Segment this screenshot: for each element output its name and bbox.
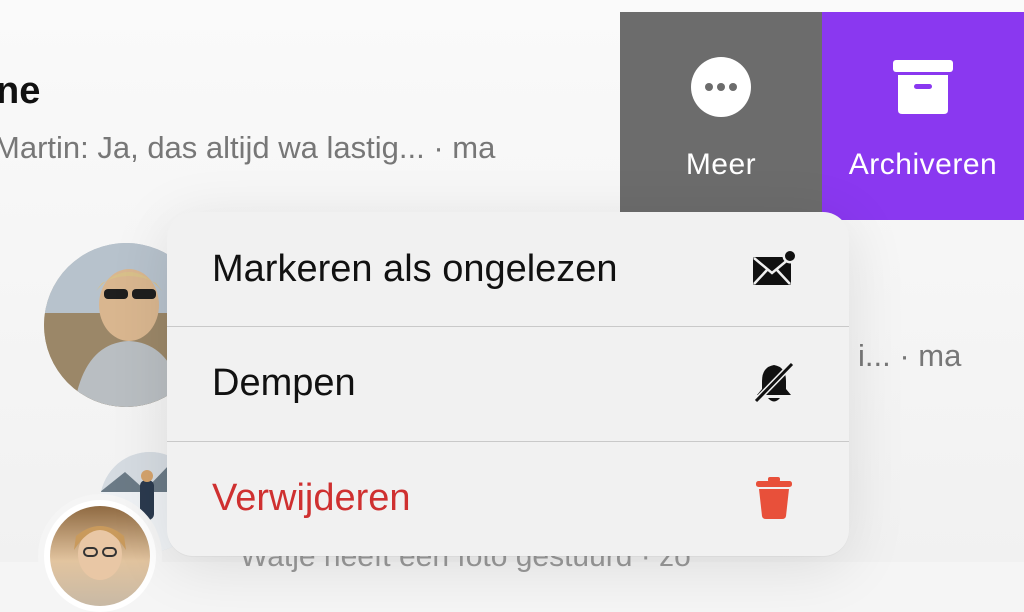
menu-item-label: Dempen xyxy=(212,361,356,404)
conversation-preview: i... · ma xyxy=(858,338,962,373)
mark-unread-menu-item[interactable]: Markeren als ongelezen xyxy=(167,212,849,326)
menu-item-label: Verwijderen xyxy=(212,476,411,519)
delete-menu-item[interactable]: Verwijderen xyxy=(167,441,849,555)
trash-icon xyxy=(751,475,797,521)
more-button[interactable]: Meer xyxy=(620,12,822,212)
envelope-unread-icon xyxy=(751,246,797,292)
archive-button-label: Archiveren xyxy=(848,148,998,181)
archive-box-icon xyxy=(892,56,954,118)
conversation-title: ne xyxy=(0,70,41,112)
avatar-photo-icon xyxy=(74,526,126,580)
context-menu: Markeren als ongelezen Dempen Verwijdere… xyxy=(167,212,849,556)
archive-button[interactable]: Archiveren xyxy=(822,12,1024,220)
more-button-label: Meer xyxy=(685,148,757,181)
menu-item-label: Markeren als ongelezen xyxy=(212,247,618,290)
mute-menu-item[interactable]: Dempen xyxy=(167,326,849,440)
ellipsis-circle-icon xyxy=(690,56,752,118)
bell-slash-icon xyxy=(751,360,797,406)
conversation-preview: Martin: Ja, das altijd wa lastig... · ma xyxy=(0,130,496,165)
avatar xyxy=(44,500,156,612)
